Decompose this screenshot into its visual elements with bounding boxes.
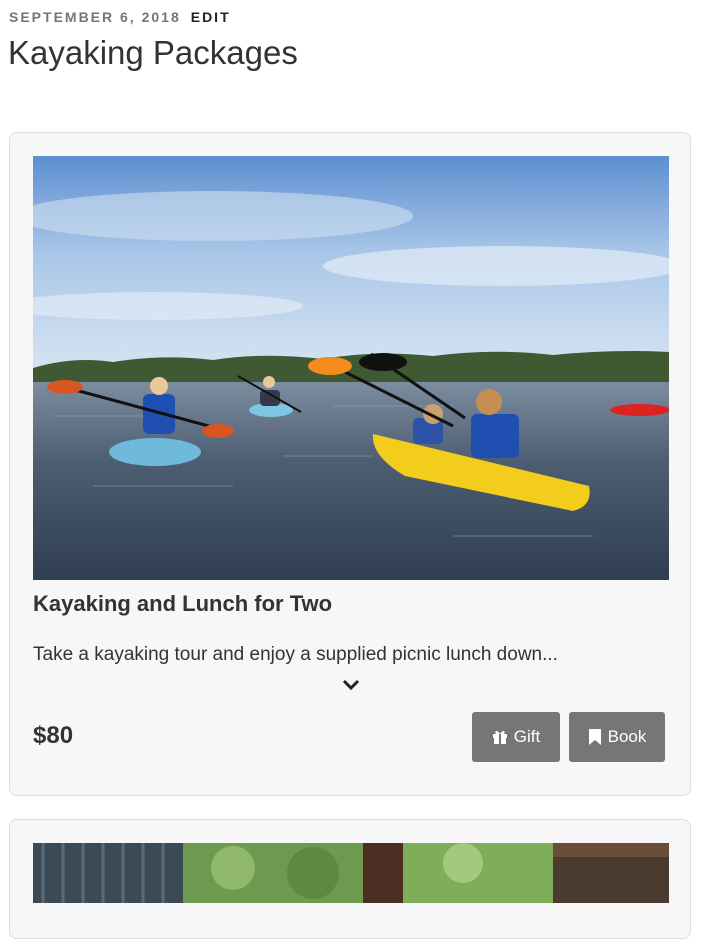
package-description: Take a kayaking tour and enjoy a supplie… xyxy=(33,644,558,665)
post-date: September 6, 2018 xyxy=(9,9,181,25)
gift-icon xyxy=(492,730,507,744)
chevron-down-icon[interactable] xyxy=(340,676,362,694)
package-card: Kayaking and Lunch for Two Take a kayaki… xyxy=(9,132,691,796)
package-price: $80 xyxy=(33,722,74,749)
gift-button[interactable]: Gift xyxy=(472,712,560,762)
bookmark-icon xyxy=(588,729,601,745)
package-title[interactable]: Kayaking and Lunch for Two xyxy=(33,591,332,617)
book-label: Book xyxy=(607,727,647,746)
edit-link[interactable]: Edit xyxy=(191,9,231,25)
package-photo xyxy=(33,843,669,903)
book-button[interactable]: Book xyxy=(569,712,665,762)
package-card xyxy=(9,819,691,939)
package-photo xyxy=(33,156,669,580)
gift-label: Gift xyxy=(513,727,541,746)
page-title: Kayaking Packages xyxy=(8,34,298,71)
post-meta: September 6, 2018 Edit xyxy=(9,9,231,25)
